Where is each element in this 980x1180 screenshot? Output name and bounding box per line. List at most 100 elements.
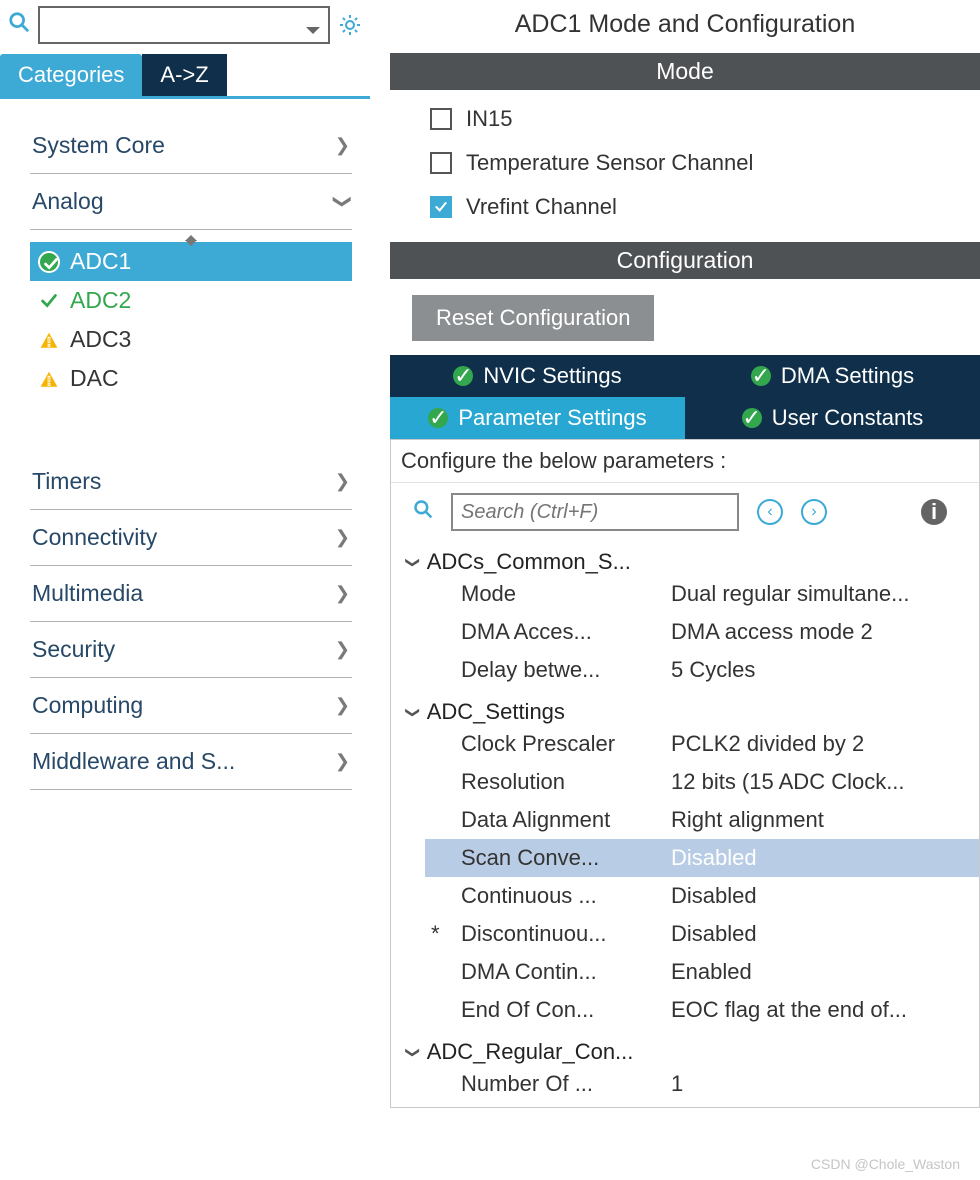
prev-button[interactable]: ‹ <box>757 499 783 525</box>
search-icon[interactable] <box>8 11 30 39</box>
chevron-down-icon: ❯ <box>404 706 421 718</box>
option-label: Temperature Sensor Channel <box>466 150 753 176</box>
param-row[interactable]: End Of Con...EOC flag at the end of... <box>425 991 979 1029</box>
param-row[interactable]: Number Of ...1 <box>425 1065 979 1103</box>
param-row[interactable]: *Discontinuou...Disabled <box>425 915 979 953</box>
param-name: Resolution <box>461 769 671 795</box>
checkbox-icon[interactable] <box>430 152 452 174</box>
reset-configuration-button[interactable]: Reset Configuration <box>412 295 654 341</box>
tab-az[interactable]: A->Z <box>142 54 226 96</box>
param-name: DMA Acces... <box>461 619 671 645</box>
chevron-right-icon: ❯ <box>335 471 350 492</box>
param-value: Disabled <box>671 845 973 871</box>
search-dropdown[interactable] <box>38 6 330 44</box>
peripheral-label: ADC2 <box>70 287 131 314</box>
configuration-header: Configuration <box>390 242 980 279</box>
param-row[interactable]: Delay betwe...5 Cycles <box>425 651 979 689</box>
param-value: 5 Cycles <box>671 657 973 683</box>
search-row <box>0 0 370 52</box>
cfg-tabs-row1: ✓ NVIC Settings ✓ DMA Settings <box>390 355 980 397</box>
param-value: DMA access mode 2 <box>671 619 973 645</box>
tab-categories[interactable]: Categories <box>0 54 142 96</box>
cat-system-core[interactable]: System Core ❯ <box>30 118 352 174</box>
check-circle-icon: ✓ <box>428 408 448 428</box>
tab-nvic-settings[interactable]: ✓ NVIC Settings <box>390 355 685 397</box>
param-row[interactable]: Clock PrescalerPCLK2 divided by 2 <box>425 725 979 763</box>
sidebar: Categories A->Z System Core ❯ Analog ❯ A… <box>0 0 370 1180</box>
category-label: System Core <box>32 132 165 159</box>
mode-option-temperature[interactable]: Temperature Sensor Channel <box>430 150 980 176</box>
info-icon[interactable]: i <box>921 499 947 525</box>
category-label: Analog <box>32 188 104 215</box>
checkbox-checked-icon[interactable] <box>430 196 452 218</box>
param-group-name: ADC_Regular_Con... <box>427 1039 634 1065</box>
peripheral-label: ADC3 <box>70 326 131 353</box>
cat-connectivity[interactable]: Connectivity ❯ <box>30 510 352 566</box>
chevron-right-icon: ❯ <box>335 135 350 156</box>
tab-dma-settings[interactable]: ✓ DMA Settings <box>685 355 980 397</box>
search-icon[interactable] <box>413 499 433 525</box>
cat-computing[interactable]: Computing ❯ <box>30 678 352 734</box>
param-row[interactable]: ModeDual regular simultane... <box>425 575 979 613</box>
param-list: Clock PrescalerPCLK2 divided by 2Resolut… <box>407 725 979 1029</box>
category-label: Timers <box>32 468 101 495</box>
category-label: Computing <box>32 692 143 719</box>
check-icon <box>38 290 60 312</box>
param-group-header[interactable]: ❯ADC_Regular_Con... <box>407 1039 979 1065</box>
tab-label: DMA Settings <box>781 363 914 389</box>
param-name: End Of Con... <box>461 997 671 1023</box>
category-list: System Core ❯ Analog ❯ ADC1 ADC2 ADC3 <box>0 96 370 790</box>
option-label: IN15 <box>466 106 512 132</box>
category-label: Middleware and S... <box>32 748 235 775</box>
warning-icon <box>38 368 60 390</box>
watermark: CSDN @Chole_Waston <box>811 1156 960 1172</box>
param-row[interactable]: Scan Conve...Disabled <box>425 839 979 877</box>
param-group-header[interactable]: ❯ADCs_Common_S... <box>407 549 979 575</box>
category-label: Multimedia <box>32 580 143 607</box>
cat-multimedia[interactable]: Multimedia ❯ <box>30 566 352 622</box>
param-search-input[interactable] <box>451 493 739 531</box>
param-value: 1 <box>671 1071 973 1097</box>
param-row[interactable]: Data AlignmentRight alignment <box>425 801 979 839</box>
tab-label: Parameter Settings <box>458 405 646 431</box>
param-value: EOC flag at the end of... <box>671 997 973 1023</box>
check-circle-icon <box>38 251 60 273</box>
peripheral-label: DAC <box>70 365 119 392</box>
checkbox-icon[interactable] <box>430 108 452 130</box>
cat-analog[interactable]: Analog ❯ <box>30 174 352 230</box>
param-name: Discontinuou... <box>461 921 671 947</box>
gear-icon[interactable] <box>338 13 362 37</box>
peripheral-adc3[interactable]: ADC3 <box>30 320 352 359</box>
param-group-name: ADC_Settings <box>427 699 565 725</box>
tab-parameter-settings[interactable]: ✓ Parameter Settings <box>390 397 685 439</box>
param-row[interactable]: DMA Acces...DMA access mode 2 <box>425 613 979 651</box>
sort-icon[interactable] <box>30 230 352 242</box>
param-value: Dual regular simultane... <box>671 581 973 607</box>
param-row[interactable]: Continuous ...Disabled <box>425 877 979 915</box>
param-value: PCLK2 divided by 2 <box>671 731 973 757</box>
next-button[interactable]: › <box>801 499 827 525</box>
param-value: Disabled <box>671 883 973 909</box>
peripheral-adc2[interactable]: ADC2 <box>30 281 352 320</box>
param-group: ❯ADCs_Common_S...ModeDual regular simult… <box>401 543 979 693</box>
cfg-tabs-row2: ✓ Parameter Settings ✓ User Constants <box>390 397 980 439</box>
option-label: Vrefint Channel <box>466 194 617 220</box>
mode-option-vrefint[interactable]: Vrefint Channel <box>430 194 980 220</box>
param-row[interactable]: DMA Contin...Enabled <box>425 953 979 991</box>
chevron-down-icon: ❯ <box>332 194 353 209</box>
param-group: ❯ ADC_SettingsClock PrescalerPCLK2 divide… <box>401 693 979 1033</box>
param-name: Delay betwe... <box>461 657 671 683</box>
chevron-right-icon: ❯ <box>335 695 350 716</box>
param-value: Enabled <box>671 959 973 985</box>
cat-security[interactable]: Security ❯ <box>30 622 352 678</box>
peripheral-dac[interactable]: DAC <box>30 359 352 398</box>
param-group-header[interactable]: ❯ ADC_Settings <box>407 699 979 725</box>
cat-middleware[interactable]: Middleware and S... ❯ <box>30 734 352 790</box>
mode-option-in15[interactable]: IN15 <box>430 106 980 132</box>
cat-timers[interactable]: Timers ❯ <box>30 454 352 510</box>
view-tabs: Categories A->Z <box>0 54 370 96</box>
tab-user-constants[interactable]: ✓ User Constants <box>685 397 980 439</box>
param-row[interactable]: Resolution12 bits (15 ADC Clock... <box>425 763 979 801</box>
tab-underline <box>0 96 370 99</box>
param-group-name: ADCs_Common_S... <box>427 549 631 575</box>
